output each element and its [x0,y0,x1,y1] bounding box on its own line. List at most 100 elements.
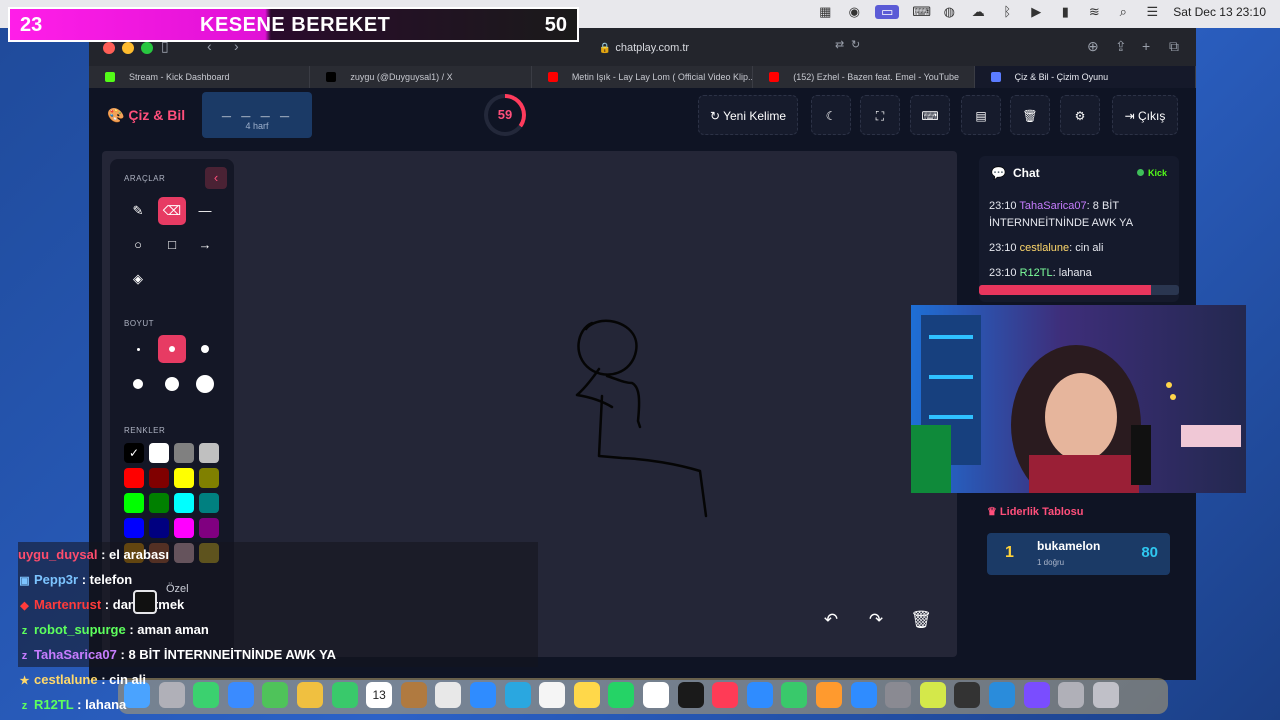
circle-tool[interactable]: ○ [124,231,152,259]
app-icon[interactable] [989,682,1015,708]
close-window-button[interactable] [103,42,115,54]
archive-button[interactable]: ▤ [961,95,1001,135]
size-1[interactable] [124,335,152,363]
keyboard-icon[interactable]: ⌨ [912,5,931,19]
color-swatch[interactable] [149,443,169,463]
color-swatch[interactable] [174,493,194,513]
chrome-icon[interactable] [539,682,566,708]
battery-icon[interactable]: ▮ [1057,5,1073,19]
colors-title: RENKLER [124,426,166,435]
control-center-icon[interactable]: ☰ [1144,5,1160,19]
settings-icon[interactable] [885,682,912,708]
search-icon[interactable]: ⌕ [1115,5,1131,19]
clear-button[interactable]: 🗑 [1010,95,1050,135]
bluetooth-icon[interactable]: ᛒ [999,5,1015,19]
grid-icon[interactable]: ▦ [817,5,833,19]
color-swatch[interactable] [174,468,194,488]
color-swatch[interactable] [199,468,219,488]
color-swatch[interactable] [174,443,194,463]
share-icon[interactable]: ⇪ [1115,38,1127,55]
new-word-button[interactable]: ↻ Yeni Kelime [698,95,798,135]
theme-toggle-button[interactable]: ☾ [811,95,851,135]
chat-progress-fill [979,285,1151,295]
size-6[interactable] [191,370,219,398]
camera-icon[interactable]: ◉ [846,5,862,19]
size-3[interactable] [191,335,219,363]
whatsapp-icon[interactable] [608,682,635,708]
music-icon[interactable] [712,682,739,708]
leader-score: 80 [1141,544,1158,561]
delete-canvas-icon[interactable]: 🗑 [907,606,935,634]
obs-icon[interactable] [954,682,981,708]
grid-icon[interactable] [1023,682,1050,708]
redo-icon[interactable]: ↷ [862,606,890,634]
cloud-icon[interactable]: ☁ [970,5,986,19]
paint-bucket-icon: ◈ [133,271,143,286]
downloads-icon[interactable] [1058,682,1085,708]
zoom-window-button[interactable] [141,42,153,54]
chat-title: Chat [1013,166,1040,180]
color-swatch[interactable] [149,468,169,488]
screen-icon[interactable]: ▭ [875,5,900,19]
color-swatch[interactable]: ✓ [124,443,144,463]
trash-icon[interactable] [1092,682,1119,708]
browser-tab[interactable]: zuygu (@Duyguysal1) / X [310,66,532,88]
color-swatch[interactable] [199,493,219,513]
stream-chat-overlay: uygu_duysal : el arabası ▣ Pepp3r : telefo… [18,542,538,717]
eraser-tool[interactable]: ⌫ [158,197,186,225]
keynote-icon[interactable] [746,682,773,708]
browser-tab[interactable]: Çiz & Bil - Çizim Oyunu [974,66,1196,88]
custom-color-label: Özel [166,583,189,595]
chat-time: 23:10 [989,267,1017,279]
wifi-icon[interactable]: ≋ [1086,5,1102,19]
fullscreen-button[interactable]: ⛶ [860,95,900,135]
undo-icon[interactable]: ↶ [817,606,845,634]
color-swatch[interactable] [199,518,219,538]
cp-icon [990,72,1001,82]
translate-icon[interactable]: ⇄ [835,38,844,51]
apple-tv-icon[interactable] [677,682,704,708]
size-5[interactable] [158,370,186,398]
browser-tab[interactable]: Metin Işık - Lay Lay Lom ( Official Vide… [532,66,754,88]
color-swatch[interactable] [199,443,219,463]
play-icon[interactable]: ▶ [1028,5,1044,19]
brush-tool[interactable]: ✎ [124,197,152,225]
leaderboard-title: ♛ Liderlik Tablosu [987,505,1083,518]
size-2[interactable] [158,335,186,363]
logo-text: Çiz & Bil [128,107,186,123]
line-tool[interactable]: — [191,197,219,225]
custom-color-picker[interactable] [133,590,157,614]
app-store-icon[interactable] [850,682,877,708]
color-swatch[interactable] [149,518,169,538]
size-4[interactable] [124,370,152,398]
collapse-panel-button[interactable]: ‹ [205,167,227,189]
chevron-left-icon: ‹ [213,170,219,185]
color-swatch[interactable] [149,493,169,513]
chat-message: 23:10 R12TL: lahana [989,267,1092,279]
game-icon[interactable] [919,682,946,708]
reload-icon[interactable]: ↻ [851,38,860,51]
app-logo: 🎨 Çiz & Bil [107,107,185,124]
color-swatch[interactable] [174,518,194,538]
new-tab-icon[interactable]: + [1142,38,1150,54]
browser-tab[interactable]: Stream - Kick Dashboard [89,66,311,88]
fill-tool[interactable]: ◈ [124,265,152,293]
pages-icon[interactable] [816,682,842,708]
settings-button[interactable]: ⚙ [1060,95,1100,135]
arrow-tool[interactable]: → [191,231,219,259]
numbers-icon[interactable] [781,682,808,708]
rectangle-tool[interactable]: □ [158,231,186,259]
record-icon[interactable]: ◍ [941,5,957,19]
exit-button[interactable]: ⇥ Çıkış [1112,95,1178,135]
notes-icon[interactable] [573,682,600,708]
color-swatch[interactable] [124,518,144,538]
tab-overview-icon[interactable]: ⧉ [1169,38,1179,55]
freeform-icon[interactable] [643,682,669,708]
webcam-feed [911,305,1246,493]
color-swatch[interactable] [124,468,144,488]
browser-tab[interactable]: (152) Ezhel - Bazen feat. Emel - YouTube [753,66,975,88]
download-icon[interactable]: ⊕ [1087,38,1099,55]
color-swatch[interactable] [124,493,144,513]
minimize-window-button[interactable] [122,42,134,54]
keyboard-button[interactable]: ⌨ [910,95,950,135]
